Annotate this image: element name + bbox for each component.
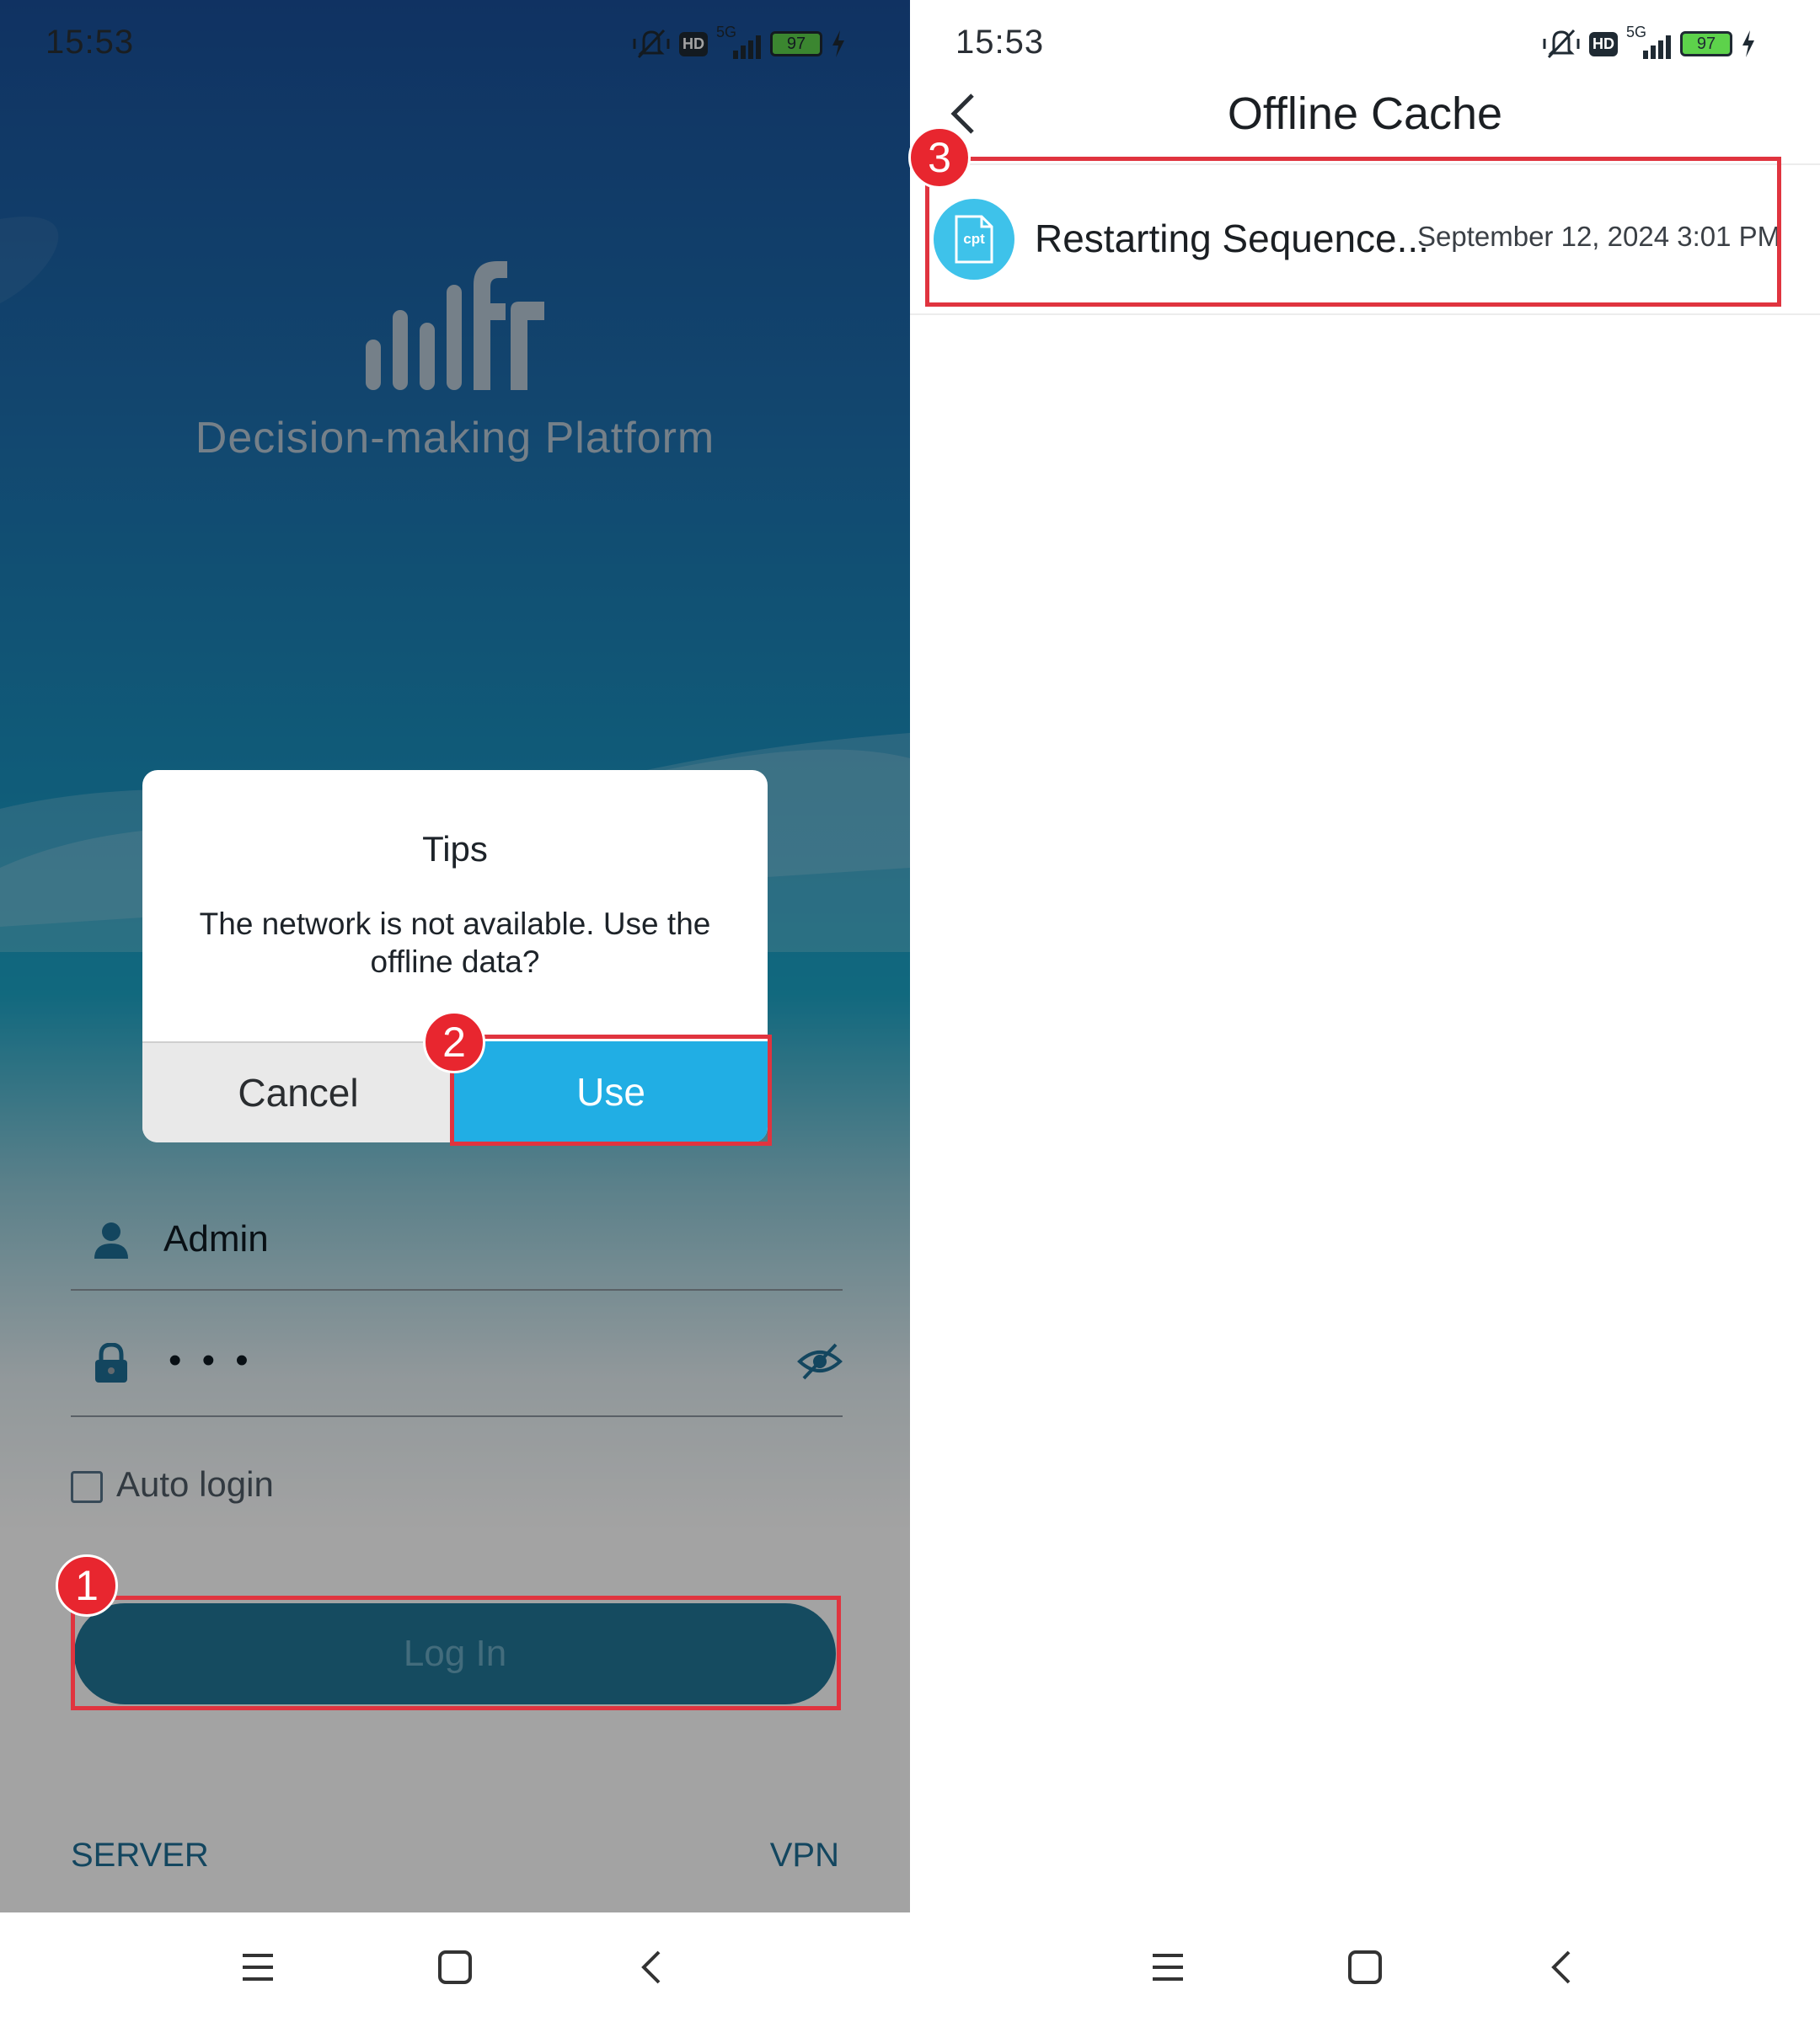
back-icon[interactable] bbox=[627, 1942, 677, 1993]
vibrate-mute-icon bbox=[1543, 29, 1580, 59]
offline-cache-screen: 15:53 HD 5G 97 Offline Cache cpt Restart… bbox=[908, 0, 1820, 2022]
cancel-button[interactable]: Cancel bbox=[142, 1041, 454, 1142]
highlight-use-button bbox=[450, 1035, 772, 1146]
annotation-badge-1: 1 bbox=[56, 1554, 118, 1617]
page-title: Offline Cache bbox=[1227, 88, 1503, 139]
annotation-badge-2: 2 bbox=[423, 1011, 485, 1073]
hd-icon: HD bbox=[1589, 31, 1618, 56]
dialog-title: Tips bbox=[422, 829, 488, 869]
battery-icon: 97 bbox=[1680, 31, 1732, 56]
home-icon[interactable] bbox=[1340, 1942, 1390, 1993]
signal-icon: 5G bbox=[1626, 24, 1672, 59]
annotation-badge-3: 3 bbox=[908, 126, 971, 189]
home-icon[interactable] bbox=[430, 1942, 480, 1993]
highlight-cache-item bbox=[925, 157, 1781, 307]
highlight-log-in-button bbox=[71, 1596, 841, 1710]
login-screen: 15:53 HD 5G 97 Decision-making Platform bbox=[0, 0, 910, 2022]
network-type: 5G bbox=[1626, 24, 1647, 40]
row-divider bbox=[910, 313, 1820, 315]
menu-icon[interactable] bbox=[233, 1942, 283, 1993]
menu-icon[interactable] bbox=[1143, 1942, 1193, 1993]
charging-icon bbox=[1742, 30, 1754, 57]
status-time: 15:53 bbox=[956, 24, 1045, 61]
back-icon[interactable] bbox=[1537, 1942, 1587, 1993]
status-icons: HD 5G 97 bbox=[1542, 24, 1756, 61]
dialog-message: The network is not available. Use the of… bbox=[199, 907, 711, 979]
